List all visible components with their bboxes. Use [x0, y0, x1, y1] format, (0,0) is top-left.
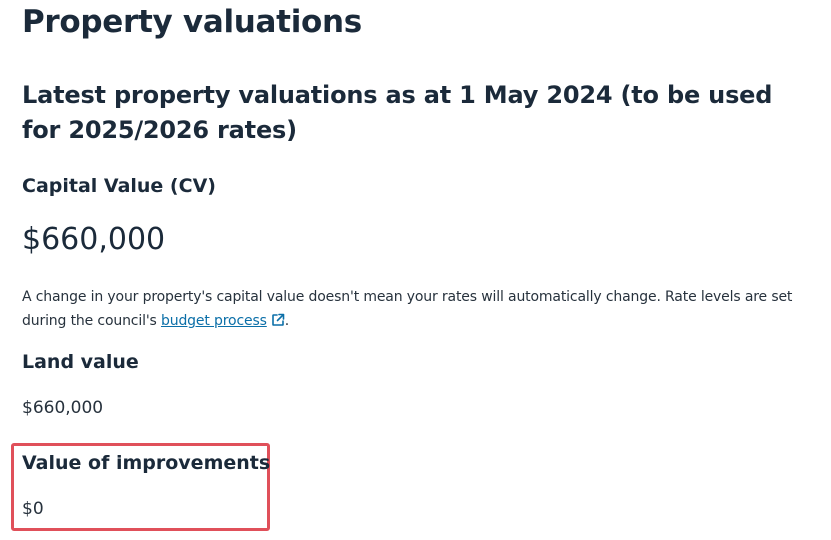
- external-link-icon[interactable]: [271, 311, 285, 326]
- capital-value-note-text: A change in your property's capital valu…: [22, 289, 793, 329]
- land-value-label: Land value: [22, 351, 139, 373]
- land-value-amount: $660,000: [22, 398, 104, 418]
- capital-value-note: A change in your property's capital valu…: [22, 285, 822, 333]
- capital-value-amount: $660,000: [22, 222, 166, 257]
- value-of-improvements-amount: $0: [22, 499, 44, 519]
- latest-valuations-heading: Latest property valuations as at 1 May 2…: [22, 81, 773, 144]
- capital-value-note-end: .: [284, 313, 290, 329]
- value-of-improvements-label: Value of improvements: [22, 452, 271, 474]
- budget-process-link[interactable]: budget process: [161, 313, 267, 329]
- budget-process-link-label: budget process: [160, 313, 267, 329]
- capital-value-label: Capital Value (CV): [22, 175, 216, 197]
- page-title: Property valuations: [22, 4, 362, 40]
